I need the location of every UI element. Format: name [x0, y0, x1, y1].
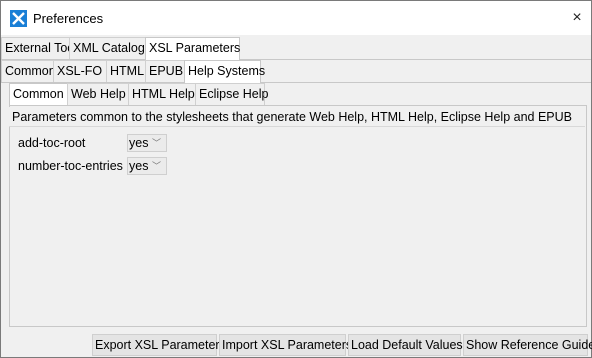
tab-xsl-fo[interactable]: XSL-FO [53, 60, 107, 82]
add-toc-root-select[interactable]: yes ﹀ [127, 134, 167, 152]
tab-web-help[interactable]: Web Help [67, 83, 129, 105]
import-xsl-parameters-button[interactable]: Import XSL Parameters [219, 334, 352, 356]
tab-common[interactable]: Common [1, 60, 56, 82]
parameters-panel [9, 105, 587, 327]
app-icon [10, 10, 27, 27]
tab-html[interactable]: HTML [106, 60, 146, 82]
tabs-level1: External Tools XML Catalog XSL Parameter… [1, 37, 591, 60]
number-toc-entries-select[interactable]: yes ﹀ [127, 157, 167, 175]
tab-help-systems[interactable]: Help Systems [184, 60, 265, 83]
show-reference-guide-button[interactable]: Show Reference Guide [463, 334, 592, 356]
window-title: Preferences [33, 11, 104, 26]
tabs-level3: Common Web Help HTML Help Eclipse Help [9, 83, 585, 106]
tab-help-common[interactable]: Common [9, 83, 68, 106]
tab-html-help[interactable]: HTML Help [128, 83, 196, 105]
tab-external-tools[interactable]: External Tools [1, 37, 83, 59]
chevron-down-icon: ﹀ [151, 138, 161, 148]
param-add-toc-root-label: add-toc-root [18, 136, 86, 150]
tab-xml-catalog[interactable]: XML Catalog [69, 37, 146, 59]
tabs-level2: Common XSL-FO HTML EPUB Help Systems [1, 60, 591, 83]
title-bar: Preferences × [1, 1, 591, 35]
tab-xsl-parameters[interactable]: XSL Parameters [145, 37, 240, 60]
preferences-window: Preferences × External Tools XML Catalog… [0, 0, 592, 358]
tab-eclipse-help[interactable]: Eclipse Help [195, 83, 268, 105]
close-icon[interactable]: × [567, 8, 587, 28]
number-toc-entries-value: yes [129, 159, 149, 173]
tab-epub[interactable]: EPUB [145, 60, 185, 82]
panel-description: Parameters common to the stylesheets tha… [9, 107, 585, 127]
chevron-down-icon: ﹀ [151, 161, 161, 171]
load-default-values-button[interactable]: Load Default Values [348, 334, 463, 356]
add-toc-root-value: yes [129, 136, 149, 150]
export-xsl-parameters-button[interactable]: Export XSL Parameters [92, 334, 226, 356]
param-number-toc-entries-label: number-toc-entries [18, 159, 123, 173]
